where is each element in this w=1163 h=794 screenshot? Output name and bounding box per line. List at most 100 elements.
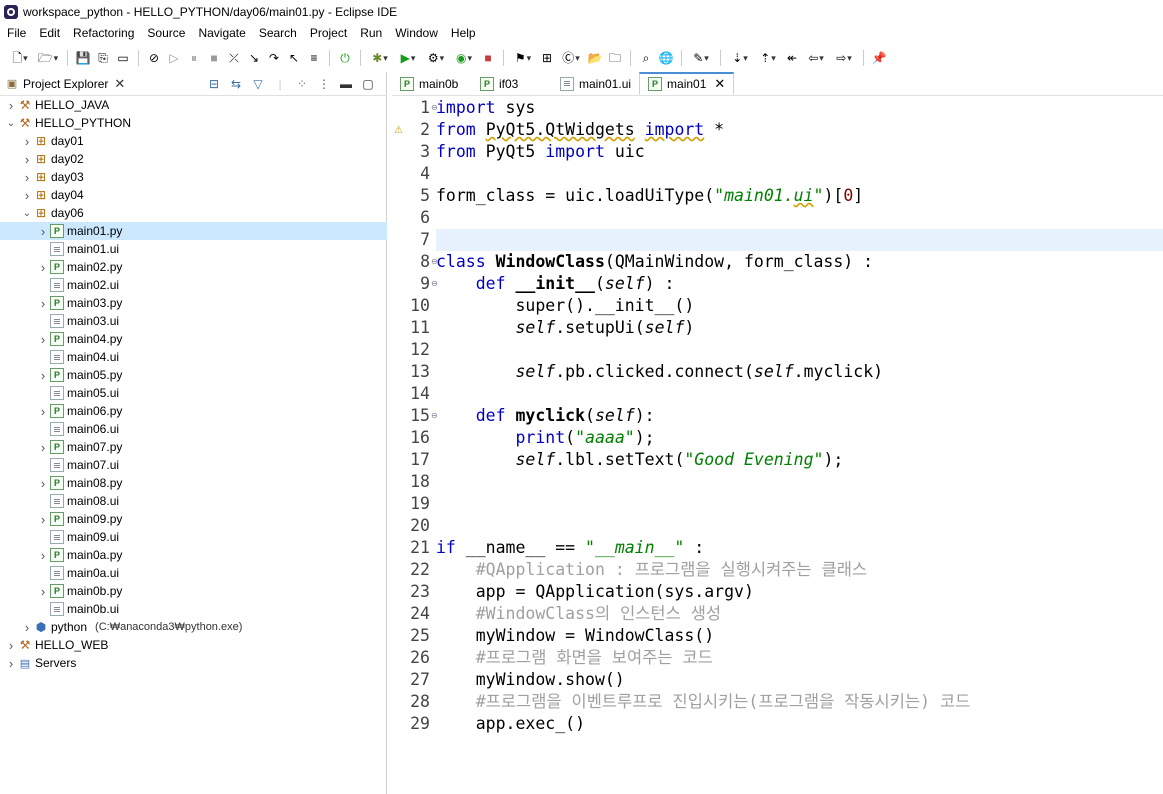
menu-run[interactable]: Run [353, 26, 388, 40]
open-type-icon[interactable]: 📂 [587, 50, 603, 66]
new-class-icon[interactable]: Ⓒ [559, 50, 583, 66]
chevron-right-icon[interactable]: › [38, 438, 48, 456]
chevron-right-icon[interactable]: › [22, 186, 32, 204]
refactor-icon[interactable]: ✎ [689, 50, 713, 66]
chevron-down-icon[interactable]: ⌄ [22, 204, 32, 222]
external-tools-icon[interactable]: ⚑ [511, 50, 535, 66]
tree-item[interactable]: › Pmain06.py [0, 402, 387, 420]
chevron-right-icon[interactable]: › [38, 402, 48, 420]
chevron-right-icon[interactable]: › [38, 222, 48, 240]
close-icon[interactable]: ✕ [114, 76, 125, 92]
chevron-right-icon[interactable]: › [38, 474, 48, 492]
tree-item[interactable]: › Pmain05.py [0, 366, 387, 384]
open-task-icon[interactable]: 🗀 [607, 50, 623, 66]
chevron-right-icon[interactable]: › [38, 582, 48, 600]
step-over-icon[interactable]: ↷ [266, 50, 282, 66]
menu-file[interactable]: File [0, 26, 32, 40]
disconnect-icon[interactable]: ⤫ [226, 50, 242, 66]
tree-item[interactable]: ⌄ ⚒ HELLO_PYTHON [0, 114, 387, 132]
save-all-icon[interactable]: ⎘ [95, 50, 111, 66]
menu-edit[interactable]: Edit [32, 26, 66, 40]
tree-item[interactable]: main07.ui [0, 456, 387, 474]
editor-tab[interactable]: Pmain0b [392, 72, 472, 95]
new-icon[interactable]: 🗋 [8, 50, 32, 66]
tree-item[interactable]: › ⚒ HELLO_WEB [0, 636, 387, 654]
tree-item[interactable]: main03.ui [0, 312, 387, 330]
resume-icon[interactable]: ▷ [166, 50, 182, 66]
tree-item[interactable]: ⌄ ⊞ day06 [0, 204, 387, 222]
menu-source[interactable]: Source [140, 26, 191, 40]
tree-item[interactable]: › Pmain09.py [0, 510, 387, 528]
coverage-icon[interactable]: ◉ [452, 50, 476, 66]
forward-icon[interactable]: ⇨ [832, 50, 856, 66]
tree-item[interactable]: main04.ui [0, 348, 387, 366]
run-icon[interactable]: ▶ [396, 50, 420, 66]
tree-item[interactable]: › Pmain0a.py [0, 546, 387, 564]
editor-tab[interactable]: Pif03 [472, 72, 552, 95]
menu-help[interactable]: Help [444, 26, 482, 40]
chevron-right-icon[interactable]: › [38, 546, 48, 564]
focus-icon[interactable]: ⁘ [294, 76, 310, 92]
tree-item[interactable]: main05.ui [0, 384, 387, 402]
console-icon[interactable]: ▭ [115, 50, 131, 66]
editor-tab[interactable]: main01.ui [552, 72, 639, 95]
project-explorer-tab[interactable]: ▣ Project Explorer ✕ ⊟ ⇆ ▽ | ⁘ ⋮ ▬ ▢ [0, 72, 387, 96]
tree-item[interactable]: › ⬢ python (C:₩anaconda3₩python.exe) [0, 618, 387, 636]
tree-item[interactable]: main01.ui [0, 240, 387, 258]
collapse-all-icon[interactable]: ⊟ [206, 76, 222, 92]
menu-refactoring[interactable]: Refactoring [66, 26, 140, 40]
new-wizard-icon[interactable]: 🗁 [36, 50, 60, 66]
chevron-right-icon[interactable]: › [22, 132, 32, 150]
globe-icon[interactable]: 🌐 [658, 50, 674, 66]
minimize-icon[interactable]: ▬ [338, 76, 354, 92]
tree-item[interactable]: › ⊞ day04 [0, 186, 387, 204]
tree-item[interactable]: main0a.ui [0, 564, 387, 582]
tree-item[interactable]: › ⊞ day02 [0, 150, 387, 168]
last-edit-icon[interactable]: ↞ [784, 50, 800, 66]
chevron-right-icon[interactable]: › [38, 330, 48, 348]
menu-window[interactable]: Window [388, 26, 444, 40]
pin-editor-icon[interactable]: 📌 [871, 50, 887, 66]
search-icon[interactable]: ⌕ [638, 50, 654, 66]
chevron-right-icon[interactable]: › [38, 294, 48, 312]
chevron-right-icon[interactable]: › [6, 96, 16, 114]
back-icon[interactable]: ⇦ [804, 50, 828, 66]
new-java-package-icon[interactable]: ⊞ [539, 50, 555, 66]
step-into-icon[interactable]: ↘ [246, 50, 262, 66]
chevron-right-icon[interactable]: › [38, 258, 48, 276]
tree-item[interactable]: › Pmain02.py [0, 258, 387, 276]
skip-breakpoints-icon[interactable]: ⊘ [146, 50, 162, 66]
view-menu-icon[interactable]: ⋮ [316, 76, 332, 92]
chevron-right-icon[interactable]: › [22, 168, 32, 186]
tree-item[interactable]: › Pmain04.py [0, 330, 387, 348]
tree-item[interactable]: › Pmain08.py [0, 474, 387, 492]
debug-icon[interactable]: ✱ [368, 50, 392, 66]
power-icon[interactable]: ⏻ [337, 50, 353, 66]
tree-item[interactable]: › ⊞ day01 [0, 132, 387, 150]
link-with-editor-icon[interactable]: ⇆ [228, 76, 244, 92]
chevron-right-icon[interactable]: › [6, 636, 16, 654]
use-step-filters-icon[interactable]: ≡ [306, 50, 322, 66]
stop-icon[interactable]: ■ [480, 50, 496, 66]
warning-icon[interactable]: ⚠ [394, 125, 405, 136]
tree-item[interactable]: › Pmain01.py [0, 222, 387, 240]
chevron-right-icon[interactable]: › [38, 366, 48, 384]
chevron-right-icon[interactable]: › [22, 618, 32, 636]
suspend-icon[interactable]: ⏸ [186, 50, 202, 66]
maximize-icon[interactable]: ▢ [360, 76, 376, 92]
step-return-icon[interactable]: ↖ [286, 50, 302, 66]
code-text-area[interactable]: import sys from PyQt5.QtWidgets import * f… [436, 96, 1163, 794]
next-annotation-icon[interactable]: ⇣ [728, 50, 752, 66]
save-icon[interactable]: 💾 [75, 50, 91, 66]
tree-item[interactable]: › Pmain07.py [0, 438, 387, 456]
chevron-right-icon[interactable]: › [38, 510, 48, 528]
chevron-right-icon[interactable]: › [22, 150, 32, 168]
menu-project[interactable]: Project [303, 26, 353, 40]
tree-item[interactable]: › Pmain0b.py [0, 582, 387, 600]
tree-item[interactable]: main06.ui [0, 420, 387, 438]
editor-tab[interactable]: Pmain01 ✕ [639, 72, 735, 95]
tree-item[interactable]: main0b.ui [0, 600, 387, 618]
tree-item[interactable]: main02.ui [0, 276, 387, 294]
tree-item[interactable]: main08.ui [0, 492, 387, 510]
tree-item[interactable]: › Pmain03.py [0, 294, 387, 312]
